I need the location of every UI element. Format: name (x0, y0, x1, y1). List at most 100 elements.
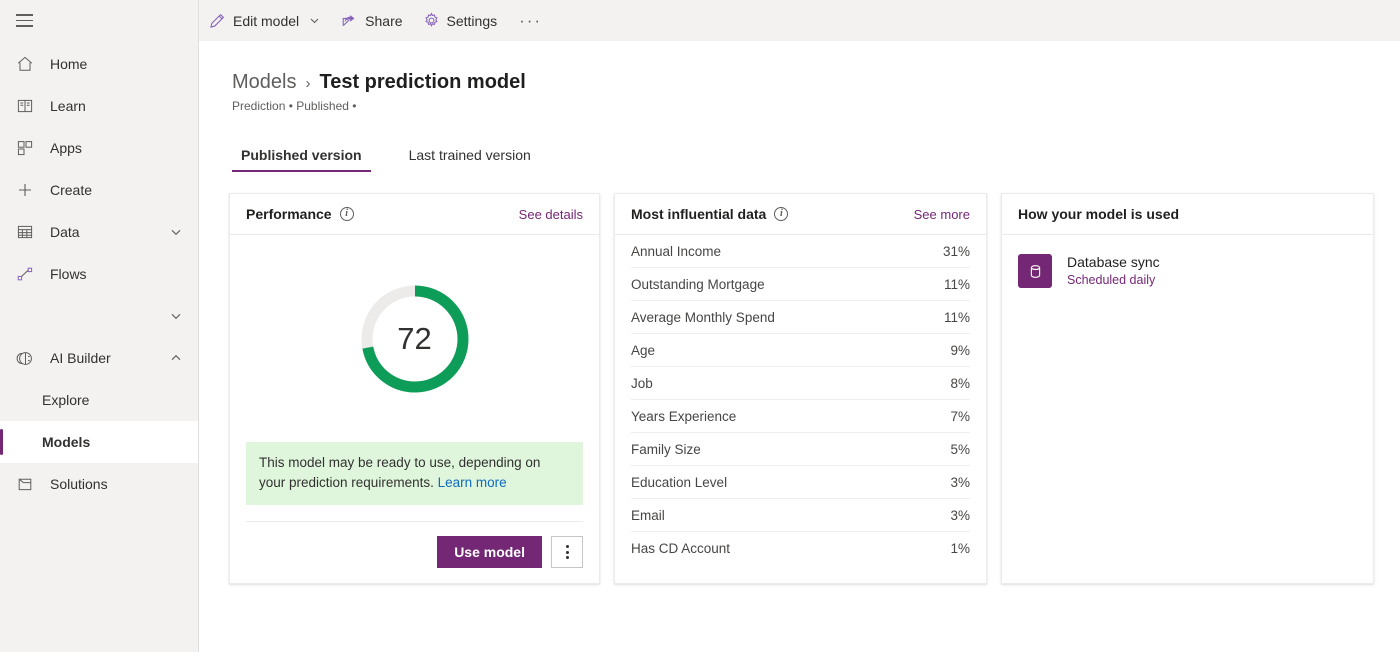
sidebar-item-label: AI Builder (50, 350, 168, 366)
hamburger-menu-button[interactable] (0, 0, 198, 41)
readiness-banner: This model may be ready to use, dependin… (246, 442, 583, 505)
chevron-down-icon (308, 14, 321, 27)
influential-row-name: Has CD Account (631, 541, 730, 556)
settings-label: Settings (447, 13, 498, 29)
sidebar-item-label: Data (50, 224, 168, 240)
table-icon (14, 222, 36, 242)
sidebar-item-apps[interactable]: Apps (0, 127, 198, 169)
usage-card-header: How your model is used (1002, 194, 1373, 235)
version-tabs: Published version Last trained version (232, 139, 1400, 172)
influential-card-header: Most influential data i See more (615, 194, 986, 235)
sidebar-item-learn[interactable]: Learn (0, 85, 198, 127)
influential-row-name: Outstanding Mortgage (631, 277, 765, 292)
usage-item-name: Database sync (1067, 253, 1160, 272)
influential-row: Age 9% (631, 334, 970, 367)
info-icon[interactable]: i (774, 207, 788, 221)
breadcrumb-parent-link[interactable]: Models (232, 71, 296, 94)
performance-more-button[interactable] (551, 536, 583, 568)
plus-icon (14, 180, 36, 200)
edit-model-button[interactable]: Edit model (199, 0, 331, 41)
usage-list: Database syncScheduled daily (1002, 235, 1373, 289)
influential-row-value: 3% (950, 508, 970, 523)
influential-row-value: 1% (950, 541, 970, 556)
sidebar-item-label: Models (42, 434, 198, 450)
sidebar-item-label: Learn (50, 98, 198, 114)
learn-more-link[interactable]: Learn more (438, 475, 507, 490)
sidebar-item-label: Explore (42, 392, 198, 408)
influential-row: Has CD Account 1% (631, 532, 970, 565)
performance-card-title-group: Performance i (246, 206, 354, 222)
sidebar-item-label: Apps (50, 140, 198, 156)
influential-row-name: Job (631, 376, 653, 391)
share-label: Share (365, 13, 402, 29)
sidebar-item-flows[interactable]: Flows (0, 253, 198, 295)
sidebar-item-explore[interactable]: Explore (0, 379, 198, 421)
sidebar-item-models[interactable]: Models (0, 421, 198, 463)
sidebar-item-data[interactable]: Data (0, 211, 198, 253)
sidebar-item-create[interactable]: Create (0, 169, 198, 211)
tab-last-trained-version[interactable]: Last trained version (400, 139, 540, 172)
database-icon (1018, 254, 1052, 288)
sidebar-item-home[interactable]: Home (0, 43, 198, 85)
chevron-up-icon[interactable] (168, 350, 184, 366)
usage-item-text: Database syncScheduled daily (1067, 253, 1160, 289)
influential-row: Job8% (631, 367, 970, 400)
influential-row-name: Average Monthly Spend (631, 310, 775, 325)
influential-row-value: 5% (950, 442, 970, 457)
influential-row-name: Email (631, 508, 665, 523)
performance-card-header: Performance i See details (230, 194, 599, 235)
edit-model-label: Edit model (233, 13, 299, 29)
see-details-link[interactable]: See details (519, 207, 583, 222)
share-icon (341, 12, 358, 29)
breadcrumb-separator-icon: › (305, 75, 310, 92)
performance-gauge-area: 72 (230, 235, 599, 442)
influential-row-value: 7% (950, 409, 970, 424)
performance-score: 72 (359, 283, 471, 395)
influential-row: Years Experience 7% (631, 400, 970, 433)
influential-card-title: Most influential data (631, 206, 766, 222)
sidebar-item-label: Home (50, 56, 198, 72)
most-influential-data-card: Most influential data i See more Annual … (614, 193, 987, 584)
tab-published-version[interactable]: Published version (232, 139, 371, 172)
sidebar-nav: Home Learn Apps Create Data Flows AI Builder Ex… (0, 41, 198, 505)
influential-row-name: Age (631, 343, 655, 358)
influential-row-name: Family Size (631, 442, 701, 457)
performance-actions: Use model (246, 522, 583, 568)
model-meta-text: Prediction • Published • (200, 94, 1400, 113)
sidebar-item-label: Create (50, 182, 198, 198)
solutions-icon (14, 474, 36, 494)
performance-card-title: Performance (246, 206, 332, 222)
influential-row-name: Years Experience (631, 409, 736, 424)
chevron-down-icon[interactable] (168, 224, 184, 240)
sidebar-item-ai-builder[interactable]: AI Builder (0, 337, 198, 379)
share-button[interactable]: Share (331, 0, 412, 41)
influential-row: Education Level 3% (631, 466, 970, 499)
sidebar-item-label: Flows (50, 266, 198, 282)
usage-item[interactable]: Database syncScheduled daily (1018, 253, 1357, 289)
influential-row-name: Education Level (631, 475, 727, 490)
settings-button[interactable]: Settings (413, 0, 508, 41)
home-icon (14, 54, 36, 74)
influential-row-value: 9% (950, 343, 970, 358)
influential-row: Family Size 5% (631, 433, 970, 466)
use-model-button[interactable]: Use model (437, 536, 542, 568)
flows-icon (14, 264, 36, 284)
kebab-icon (566, 545, 569, 559)
chevron-down-icon[interactable] (168, 308, 184, 324)
influential-row-value: 11% (944, 277, 970, 292)
pencil-icon (209, 12, 226, 29)
influential-row-value: 3% (950, 475, 970, 490)
influential-row-value: 31% (943, 244, 970, 259)
page-title: Test prediction model (319, 71, 525, 94)
breadcrumb: Models › Test prediction model (200, 41, 1400, 94)
influential-row: Annual Income31% (631, 235, 970, 268)
see-more-link[interactable]: See more (914, 207, 970, 222)
model-usage-card: How your model is used Database syncSche… (1001, 193, 1374, 584)
sidebar-item-expander[interactable] (0, 295, 198, 337)
info-icon[interactable]: i (340, 207, 354, 221)
influential-data-list: Annual Income31% Outstanding Mortgage 11% A… (615, 235, 986, 565)
sidebar-item-solutions[interactable]: Solutions (0, 463, 198, 505)
usage-item-subtitle: Scheduled daily (1067, 272, 1160, 289)
main-content: Models › Test prediction model Predictio… (200, 41, 1400, 652)
more-commands-button[interactable]: ··· (507, 0, 554, 41)
